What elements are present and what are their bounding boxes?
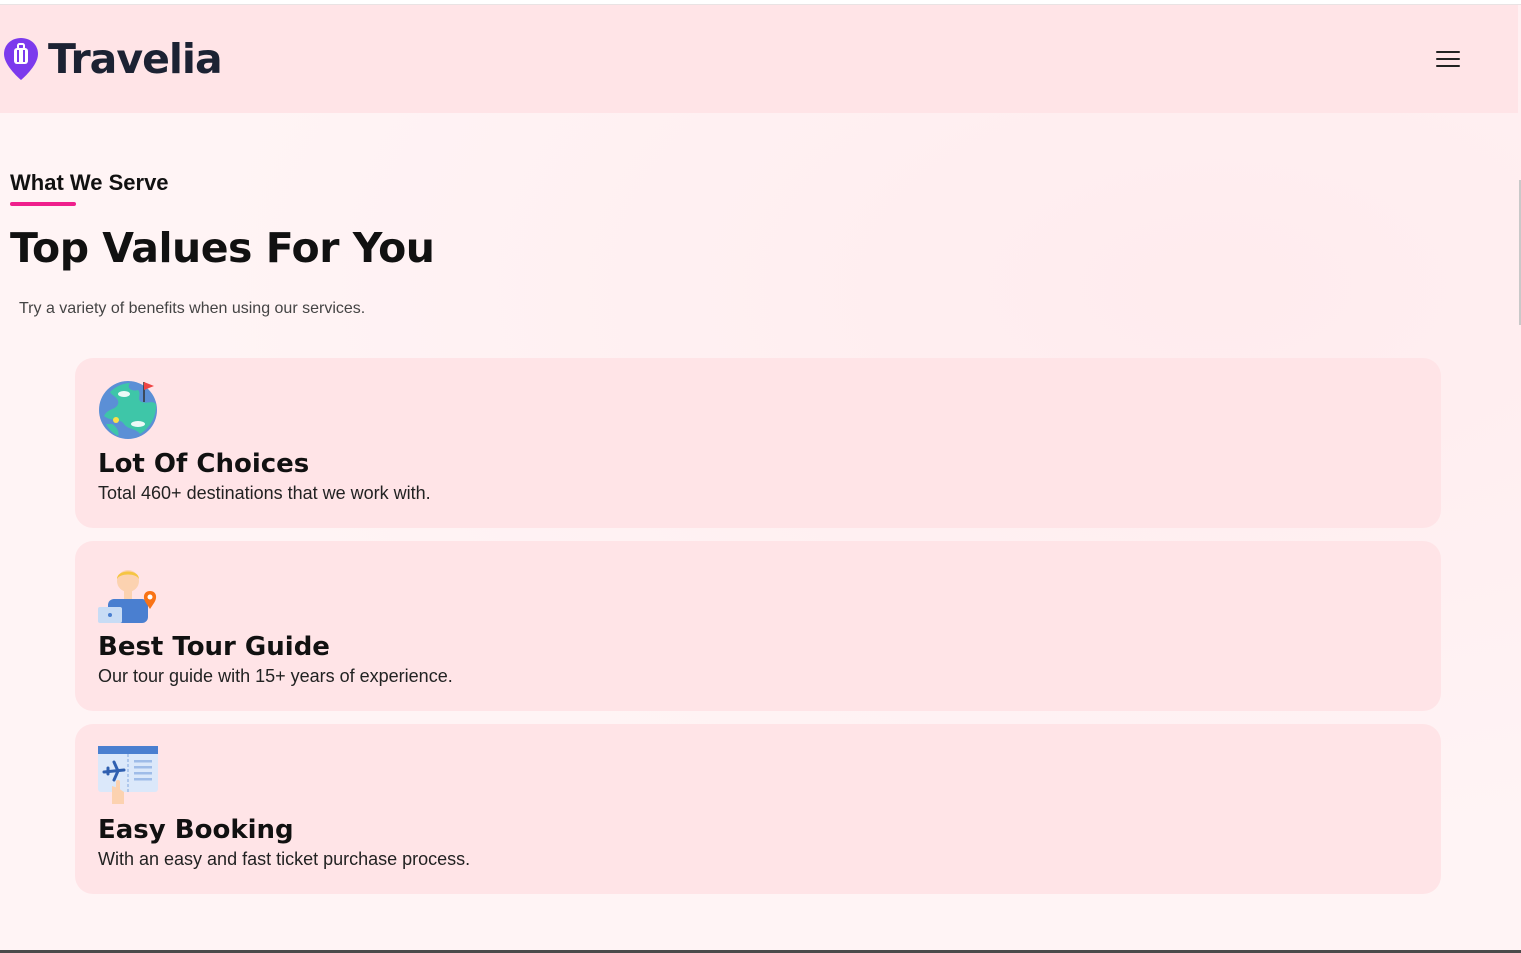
- section-subtitle: Try a variety of benefits when using our…: [19, 300, 366, 317]
- value-cards: Lot Of Choices Total 460+ destinations t…: [75, 358, 1441, 907]
- value-card-booking: Easy Booking With an easy and fast ticke…: [75, 724, 1441, 894]
- card-title: Easy Booking: [98, 815, 294, 845]
- luggage-pin-icon: [4, 38, 38, 80]
- brand-name: Travelia: [48, 35, 223, 83]
- card-title: Best Tour Guide: [98, 632, 330, 662]
- tour-guide-icon: [98, 570, 157, 623]
- logo[interactable]: Travelia: [2, 35, 223, 83]
- value-card-guide: Best Tour Guide Our tour guide with 15+ …: [75, 541, 1441, 711]
- card-title: Lot Of Choices: [98, 449, 310, 479]
- card-description: With an easy and fast ticket purchase pr…: [98, 848, 471, 869]
- ticket-booking-icon: [98, 746, 158, 804]
- value-card-choices: Lot Of Choices Total 460+ destinations t…: [75, 358, 1441, 528]
- page: Travelia What We Serve Top Values For Yo…: [0, 0, 1521, 953]
- section-title: Top Values For You: [10, 224, 435, 272]
- tag-underline: [10, 202, 76, 206]
- card-description: Total 460+ destinations that we work wit…: [98, 482, 431, 503]
- card-description: Our tour guide with 15+ years of experie…: [98, 665, 453, 686]
- hamburger-menu-icon[interactable]: [1436, 49, 1460, 69]
- section-tag: What We Serve: [10, 170, 169, 195]
- site-header: Travelia: [0, 5, 1518, 113]
- globe-icon: [99, 381, 157, 439]
